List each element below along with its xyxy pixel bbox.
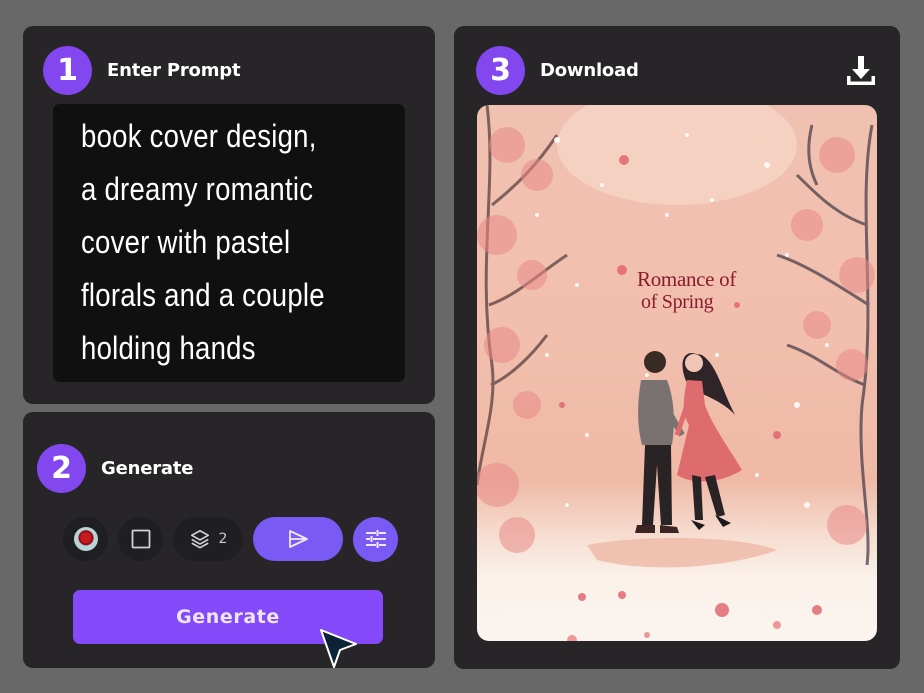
cover-title: Romance of of Spring — [637, 268, 736, 314]
couple-figures — [635, 351, 742, 533]
step-number-badge: 3 — [476, 46, 525, 95]
reference-image-button[interactable] — [63, 517, 108, 561]
step-number-badge: 2 — [37, 444, 86, 493]
step-title: Enter Prompt — [107, 60, 241, 81]
left-tree — [477, 105, 568, 486]
download-panel: 3 Download Romance of of Spring — [454, 26, 900, 669]
square-icon — [131, 529, 150, 549]
step-1-header: 1 Enter Prompt — [43, 46, 241, 95]
prompt-text[interactable]: book cover design, a dreamy romantic cov… — [81, 110, 325, 375]
sky-glow — [557, 105, 797, 205]
step-title: Download — [540, 60, 639, 81]
generate-panel: 2 Generate 2 Generate — [23, 412, 435, 668]
download-icon[interactable] — [844, 54, 878, 88]
step-2-header: 2 Generate — [37, 444, 193, 493]
aspect-ratio-button[interactable] — [118, 517, 163, 561]
send-button[interactable] — [253, 517, 343, 561]
step-3-header: 3 Download — [476, 46, 639, 95]
enter-prompt-panel: 1 Enter Prompt book cover design, a drea… — [23, 26, 435, 404]
prompt-input[interactable]: book cover design, a dreamy romantic cov… — [53, 104, 405, 382]
step-title: Generate — [101, 458, 194, 479]
image-count: 2 — [218, 531, 228, 547]
layers-icon — [190, 529, 209, 549]
cover-illustration — [477, 105, 875, 641]
step-number-badge: 1 — [43, 46, 92, 95]
settings-button[interactable] — [353, 516, 398, 562]
right-tree — [776, 124, 874, 566]
mouse-cursor-icon — [320, 629, 357, 668]
send-icon — [289, 530, 308, 548]
ground-petals — [567, 621, 781, 641]
generated-book-cover[interactable]: Romance of of Spring — [477, 105, 877, 641]
ground-shadow — [587, 538, 777, 568]
image-count-button[interactable]: 2 — [173, 517, 243, 561]
sliders-icon — [365, 530, 386, 548]
rose-thumbnail-icon — [73, 527, 98, 551]
generation-toolbar: 2 — [63, 516, 398, 562]
cover-title-line-2: of Spring — [641, 291, 714, 313]
cover-title-line-1: Romance of — [637, 267, 737, 291]
